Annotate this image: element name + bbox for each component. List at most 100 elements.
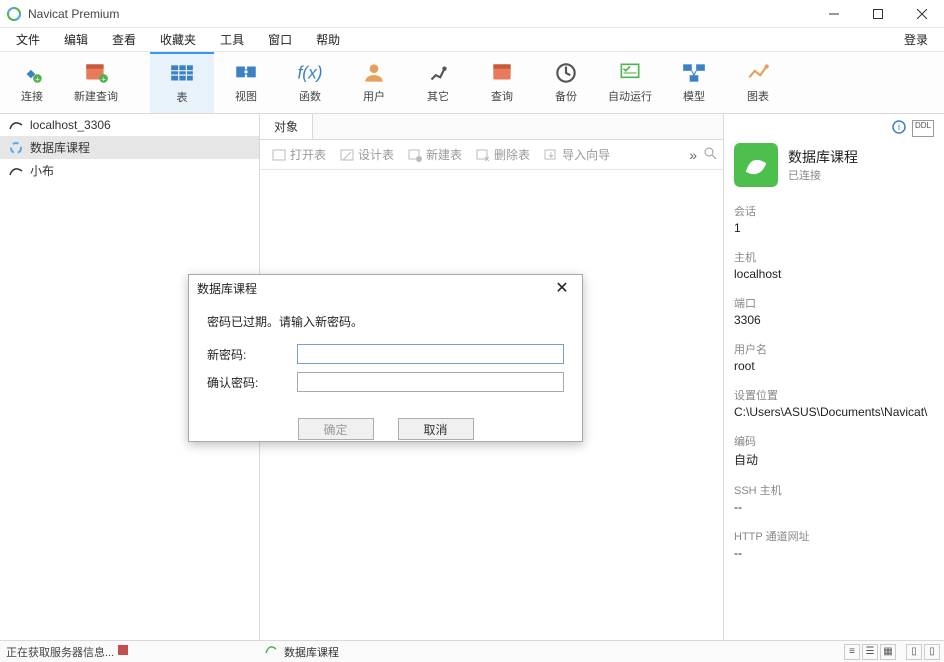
tool-autorun[interactable]: 自动运行 (598, 52, 662, 113)
dialog-close-icon[interactable]: ✕ (550, 278, 574, 298)
tree-item-xiaobu[interactable]: 小布 (0, 159, 259, 182)
tool-new-query[interactable]: + 新建查询 (64, 52, 128, 113)
info-title: 数据库课程 (788, 147, 858, 167)
confirm-password-label: 确认密码: (207, 374, 297, 391)
tree-item-localhost[interactable]: localhost_3306 (0, 114, 259, 136)
view-grid-icon[interactable]: ▦ (880, 644, 896, 660)
toolbar: + 连接 + 新建查询 表 视图 f(x) 函数 用户 其它 查询 备份 自动运… (0, 52, 944, 114)
window-close[interactable] (900, 0, 944, 28)
menu-file[interactable]: 文件 (4, 29, 52, 50)
connection-logo-icon (734, 143, 778, 187)
tool-label: 自动运行 (608, 88, 652, 104)
svg-text:f(x): f(x) (297, 62, 322, 82)
task-icon[interactable] (264, 643, 278, 660)
tool-label: 用户 (363, 88, 385, 104)
app-title: Navicat Premium (28, 7, 812, 21)
tool-connect[interactable]: + 连接 (0, 52, 64, 113)
tool-other[interactable]: 其它 (406, 52, 470, 113)
info-icon[interactable]: i (892, 120, 906, 137)
new-query-icon: + (83, 62, 109, 84)
panel-toggle-left-icon[interactable]: ▯ (906, 644, 922, 660)
tool-table[interactable]: 表 (150, 52, 214, 113)
tool-label: 新建查询 (74, 88, 118, 104)
menu-view[interactable]: 查看 (100, 29, 148, 50)
autorun-icon (617, 62, 643, 84)
obj-design-table[interactable]: 设计表 (334, 143, 400, 166)
tool-user[interactable]: 用户 (342, 52, 406, 113)
ok-button[interactable]: 确定 (298, 418, 374, 440)
tool-view[interactable]: 视图 (214, 52, 278, 113)
svg-text:i: i (898, 122, 900, 132)
view-icon (233, 62, 259, 84)
dialog-message: 密码已过期。请输入新密码。 (207, 313, 564, 330)
tool-label: 函数 (299, 88, 321, 104)
object-toolbar: 打开表 设计表 新建表 删除表 导入向导 » (260, 140, 723, 170)
import-icon (544, 148, 558, 162)
view-list-icon[interactable]: ≡ (844, 644, 860, 660)
window-maximize[interactable] (856, 0, 900, 28)
user-icon (361, 62, 387, 84)
menu-login[interactable]: 登录 (892, 29, 940, 50)
menu-tools[interactable]: 工具 (208, 29, 256, 50)
menubar: 文件 编辑 查看 收藏夹 工具 窗口 帮助 登录 (0, 28, 944, 52)
titlebar: Navicat Premium (0, 0, 944, 28)
window-minimize[interactable] (812, 0, 856, 28)
tool-label: 视图 (235, 88, 257, 104)
status-stop-icon[interactable] (118, 645, 128, 658)
tree-item-label: 数据库课程 (30, 139, 90, 156)
table-icon (169, 63, 195, 85)
menu-edit[interactable]: 编辑 (52, 29, 100, 50)
more-icon[interactable]: » (685, 147, 701, 163)
password-dialog: 数据库课程 ✕ 密码已过期。请输入新密码。 新密码: 确认密码: 确定 取消 (188, 274, 583, 442)
info-port: 3306 (734, 313, 934, 327)
tab-objects[interactable]: 对象 (260, 114, 313, 139)
menu-window[interactable]: 窗口 (256, 29, 304, 50)
info-user: root (734, 359, 934, 373)
tool-chart[interactable]: 图表 (726, 52, 790, 113)
tool-query[interactable]: 查询 (470, 52, 534, 113)
chart-icon (745, 62, 771, 84)
info-host: localhost (734, 267, 934, 281)
delete-table-icon (476, 148, 490, 162)
new-table-icon (408, 148, 422, 162)
design-table-icon (340, 148, 354, 162)
info-status: 已连接 (788, 167, 858, 183)
ddl-icon[interactable]: DDL (912, 120, 934, 137)
open-table-icon (272, 148, 286, 162)
tree-item-label: localhost_3306 (30, 118, 111, 132)
panel-toggle-right-icon[interactable]: ▯ (924, 644, 940, 660)
backup-icon (553, 62, 579, 84)
app-icon (6, 6, 22, 22)
mysql-icon (8, 163, 24, 179)
info-session: 1 (734, 221, 934, 235)
tool-label: 连接 (21, 88, 43, 104)
cancel-button[interactable]: 取消 (398, 418, 474, 440)
other-icon (425, 62, 451, 84)
loading-icon (8, 140, 24, 156)
tool-backup[interactable]: 备份 (534, 52, 598, 113)
confirm-password-input[interactable] (297, 372, 564, 392)
obj-open-table[interactable]: 打开表 (266, 143, 332, 166)
model-icon (681, 62, 707, 84)
info-encoding: 自动 (734, 451, 934, 468)
tree-item-label: 小布 (30, 162, 54, 179)
tree-item-dbcourse[interactable]: 数据库课程 (0, 136, 259, 159)
menu-help[interactable]: 帮助 (304, 29, 352, 50)
obj-new-table[interactable]: 新建表 (402, 143, 468, 166)
tool-label: 模型 (683, 88, 705, 104)
svg-text:+: + (101, 74, 106, 83)
obj-delete-table[interactable]: 删除表 (470, 143, 536, 166)
tool-model[interactable]: 模型 (662, 52, 726, 113)
tool-label: 其它 (427, 88, 449, 104)
tool-function[interactable]: f(x) 函数 (278, 52, 342, 113)
obj-import[interactable]: 导入向导 (538, 143, 616, 166)
search-icon[interactable] (703, 146, 717, 163)
plug-icon: + (19, 62, 45, 84)
new-password-input[interactable] (297, 344, 564, 364)
view-detail-icon[interactable]: ☰ (862, 644, 878, 660)
menu-favorites[interactable]: 收藏夹 (148, 29, 208, 50)
new-password-label: 新密码: (207, 346, 297, 363)
info-http: -- (734, 546, 934, 560)
statusbar: 正在获取服务器信息... 数据库课程 ≡ ☰ ▦ ▯ ▯ (0, 640, 944, 662)
query-icon (489, 62, 515, 84)
